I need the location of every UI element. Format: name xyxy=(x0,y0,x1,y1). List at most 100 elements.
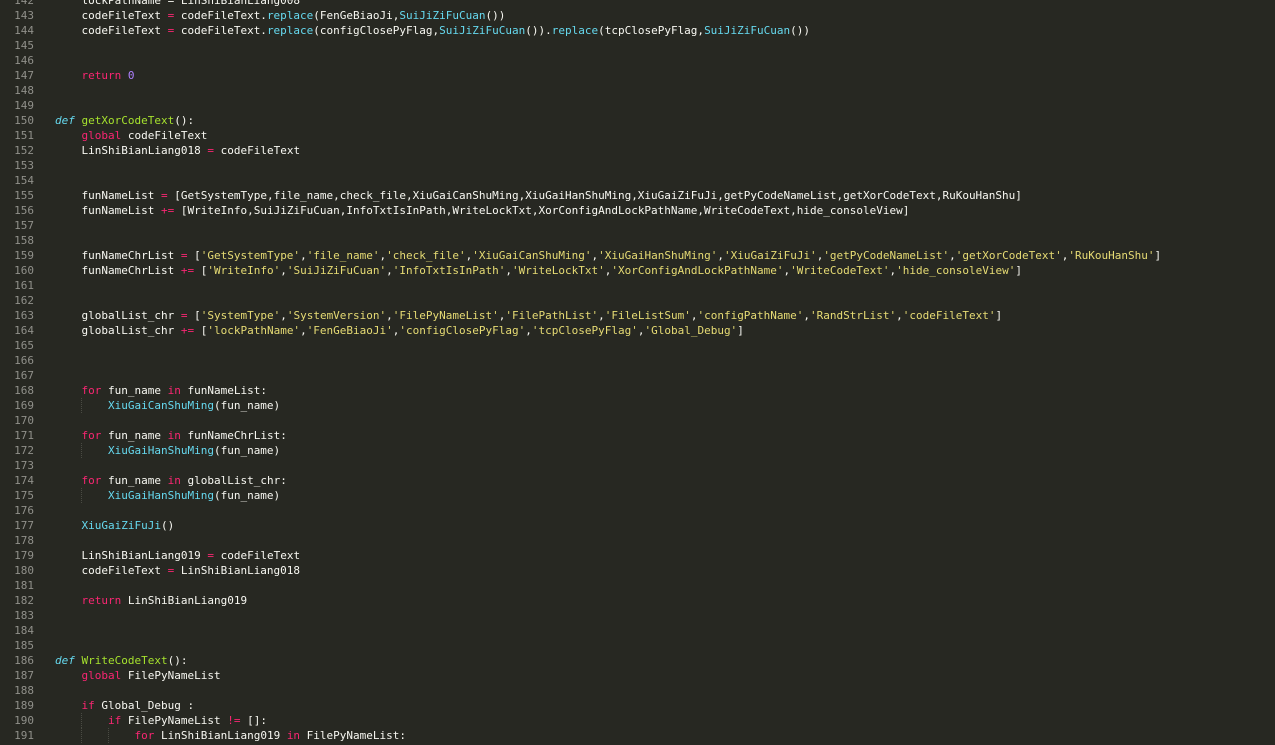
line-number: 189 xyxy=(14,699,34,712)
code-line[interactable]: 179 LinShiBianLiang019 = codeFileText xyxy=(0,548,1275,563)
code-token: 'file_name' xyxy=(306,249,380,262)
code-line[interactable]: 187 global FilePyNameList xyxy=(0,668,1275,683)
code-line[interactable]: 160 funNameChrList += ['WriteInfo','SuiJ… xyxy=(0,263,1275,278)
code-text: globalList_chr = ['SystemType','SystemVe… xyxy=(55,308,1003,323)
line-number: 159 xyxy=(14,249,34,262)
line-number: 143 xyxy=(14,9,34,22)
line-number: 145 xyxy=(14,39,34,52)
code-line[interactable]: 184 xyxy=(0,623,1275,638)
line-number: 185 xyxy=(14,639,34,652)
code-line[interactable]: 152 LinShiBianLiang018 = codeFileText xyxy=(0,143,1275,158)
code-token: 'SystemVersion' xyxy=(286,309,387,322)
code-line[interactable]: 151 global codeFileText xyxy=(0,128,1275,143)
code-line[interactable]: 156 funNameList += [WriteInfo,SuiJiZiFuC… xyxy=(0,203,1275,218)
code-line[interactable]: 145 xyxy=(0,38,1275,53)
code-line[interactable]: 162 xyxy=(0,293,1275,308)
code-line[interactable]: 163 globalList_chr = ['SystemType','Syst… xyxy=(0,308,1275,323)
code-line[interactable]: 181 xyxy=(0,578,1275,593)
code-line[interactable]: 154 xyxy=(0,173,1275,188)
code-text: LinShiBianLiang019 = codeFileText xyxy=(55,548,301,563)
code-line[interactable]: 168 for fun_name in funNameList: xyxy=(0,383,1275,398)
code-line[interactable]: 177 XiuGaiZiFuJi() xyxy=(0,518,1275,533)
code-token: fun_name xyxy=(101,384,168,397)
code-line[interactable]: 189 if Global_Debug : xyxy=(0,698,1275,713)
code-line[interactable]: 169 XiuGaiCanShuMing(fun_name) xyxy=(0,398,1275,413)
code-text: return LinShiBianLiang019 xyxy=(55,593,248,608)
code-token: in xyxy=(286,729,301,742)
code-token: codeFileText. xyxy=(174,9,267,22)
code-line[interactable]: 164 globalList_chr += ['lockPathName','F… xyxy=(0,323,1275,338)
code-line[interactable]: 185 xyxy=(0,638,1275,653)
line-number: 146 xyxy=(14,54,34,67)
code-line[interactable]: 146 xyxy=(0,53,1275,68)
code-line[interactable]: 186 def WriteCodeText(): xyxy=(0,653,1275,668)
code-line[interactable]: 182 return LinShiBianLiang019 xyxy=(0,593,1275,608)
code-token: (): xyxy=(174,114,195,127)
code-line[interactable]: 176 xyxy=(0,503,1275,518)
code-line[interactable]: 157 xyxy=(0,218,1275,233)
code-line[interactable]: 175 XiuGaiHanShuMing(fun_name) xyxy=(0,488,1275,503)
code-line[interactable]: 165 xyxy=(0,338,1275,353)
code-token: XiuGaiCanShuMing xyxy=(107,399,214,412)
code-line[interactable]: 190 if FilePyNameList != []: xyxy=(0,713,1275,728)
code-line[interactable]: 183 xyxy=(0,608,1275,623)
code-line[interactable]: 158 xyxy=(0,233,1275,248)
code-line[interactable]: 180 codeFileText = LinShiBianLiang018 xyxy=(0,563,1275,578)
code-line[interactable]: 191 for LinShiBianLiang019 in FilePyName… xyxy=(0,728,1275,743)
code-token: global xyxy=(81,669,122,682)
code-token: 'configClosePyFlag' xyxy=(399,324,526,337)
code-token: funNameList: xyxy=(180,384,267,397)
code-line[interactable]: 149 xyxy=(0,98,1275,113)
code-token: 'tcpClosePyFlag' xyxy=(531,324,638,337)
line-number: 170 xyxy=(14,414,34,427)
code-line[interactable]: 143 codeFileText = codeFileText.replace(… xyxy=(0,8,1275,23)
code-line[interactable]: 148 xyxy=(0,83,1275,98)
code-line[interactable]: 161 xyxy=(0,278,1275,293)
code-line[interactable]: 144 codeFileText = codeFileText.replace(… xyxy=(0,23,1275,38)
code-line[interactable]: 142 lockPathName = LinShiBianLiang008 xyxy=(0,0,1275,8)
code-line[interactable]: 166 xyxy=(0,353,1275,368)
code-text: for LinShiBianLiang019 in FilePyNameList… xyxy=(55,728,406,743)
code-line[interactable]: 155 funNameList = [GetSystemType,file_na… xyxy=(0,188,1275,203)
code-line[interactable]: 188 xyxy=(0,683,1275,698)
code-editor[interactable]: 142 lockPathName = LinShiBianLiang008 143… xyxy=(0,0,1275,745)
code-line[interactable]: 170 xyxy=(0,413,1275,428)
code-token: (configClosePyFlag, xyxy=(313,24,440,37)
code-line[interactable]: 173 xyxy=(0,458,1275,473)
code-line[interactable]: 167 xyxy=(0,368,1275,383)
code-token: [ xyxy=(194,324,208,337)
code-line[interactable]: 159 funNameChrList = ['GetSystemType','f… xyxy=(0,248,1275,263)
line-number: 158 xyxy=(14,234,34,247)
code-token: return xyxy=(81,69,122,82)
line-number: 155 xyxy=(14,189,34,202)
code-token: = xyxy=(207,144,214,157)
line-number: 151 xyxy=(14,129,34,142)
code-token: codeFileText. xyxy=(174,24,267,37)
code-token: fun_name xyxy=(101,474,168,487)
code-line[interactable]: 174 for fun_name in globalList_chr: xyxy=(0,473,1275,488)
code-line[interactable]: 153 xyxy=(0,158,1275,173)
line-number: 188 xyxy=(14,684,34,697)
code-token: , xyxy=(949,249,956,262)
code-token: if xyxy=(107,714,122,727)
code-line[interactable]: 171 for fun_name in funNameChrList: xyxy=(0,428,1275,443)
code-token: 'WriteCodeText' xyxy=(790,264,890,277)
line-number: 142 xyxy=(14,0,34,7)
code-text: def getXorCodeText(): xyxy=(55,113,194,128)
code-line[interactable]: 147 return 0 xyxy=(0,68,1275,83)
code-line[interactable]: 178 xyxy=(0,533,1275,548)
code-token: codeFileText xyxy=(213,144,301,157)
code-token: ()) xyxy=(485,9,506,22)
code-line[interactable]: 150 def getXorCodeText(): xyxy=(0,113,1275,128)
code-view[interactable]: 142 lockPathName = LinShiBianLiang008 143… xyxy=(0,0,1275,743)
code-token: 'FilePathList' xyxy=(505,309,599,322)
code-line[interactable]: 172 XiuGaiHanShuMing(fun_name) xyxy=(0,443,1275,458)
code-token: , xyxy=(280,309,287,322)
code-token: in xyxy=(167,474,181,487)
